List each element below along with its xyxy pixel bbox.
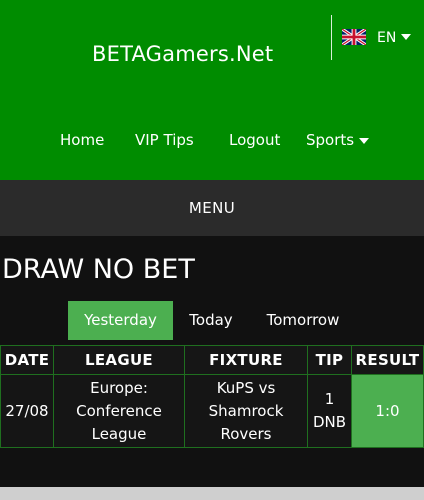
tab-yesterday[interactable]: Yesterday: [68, 301, 173, 340]
main-nav: Home VIP Tips Logout Sports: [0, 130, 424, 152]
cell-league: Europe: Conference League: [53, 374, 185, 448]
menu-toggle-bar[interactable]: MENU: [0, 180, 424, 236]
tab-today[interactable]: Today: [180, 301, 242, 340]
site-title-link[interactable]: BETAGamers.Net: [92, 40, 273, 68]
nav-logout-link[interactable]: Logout: [229, 130, 280, 150]
column-header-fixture: FIXTURE: [184, 345, 308, 375]
table-header-row: DATE LEAGUE FIXTURE TIP RESULT: [0, 345, 424, 375]
nav-sports-dropdown[interactable]: Sports: [306, 130, 370, 150]
menu-label: MENU: [188, 199, 236, 217]
language-selector[interactable]: EN: [342, 26, 412, 48]
nav-home-link[interactable]: Home: [60, 130, 104, 150]
language-divider: [331, 15, 332, 60]
cell-result: 1:0: [351, 374, 424, 448]
column-header-date: DATE: [0, 345, 54, 375]
page-title: DRAW NO BET: [2, 254, 195, 285]
nav-vip-tips-link[interactable]: VIP Tips: [135, 130, 194, 150]
footer-strip: [0, 487, 424, 500]
cell-date: 27/08: [0, 374, 54, 448]
column-header-league: LEAGUE: [53, 345, 185, 375]
language-caret-down-icon: [401, 34, 412, 40]
day-tabs: Yesterday Today Tomorrow: [0, 301, 424, 340]
nav-sports-label: Sports: [306, 131, 355, 149]
language-label-wrap: EN: [377, 27, 412, 48]
column-header-tip: TIP: [307, 345, 352, 375]
cell-tip: 1 DNB: [307, 374, 352, 448]
cell-fixture: KuPS vs Shamrock Rovers: [184, 374, 308, 448]
uk-flag-icon: [342, 29, 366, 45]
site-header: BETAGamers.Net EN Home VIP Tips Logout S…: [0, 0, 424, 180]
column-header-result: RESULT: [351, 345, 424, 375]
tips-table: DATE LEAGUE FIXTURE TIP RESULT 27/08 Eur…: [0, 345, 424, 448]
language-label: EN: [377, 29, 397, 46]
table-row: 27/08 Europe: Conference League KuPS vs …: [0, 374, 424, 448]
caret-down-icon: [359, 137, 370, 144]
tab-tomorrow[interactable]: Tomorrow: [257, 301, 349, 340]
